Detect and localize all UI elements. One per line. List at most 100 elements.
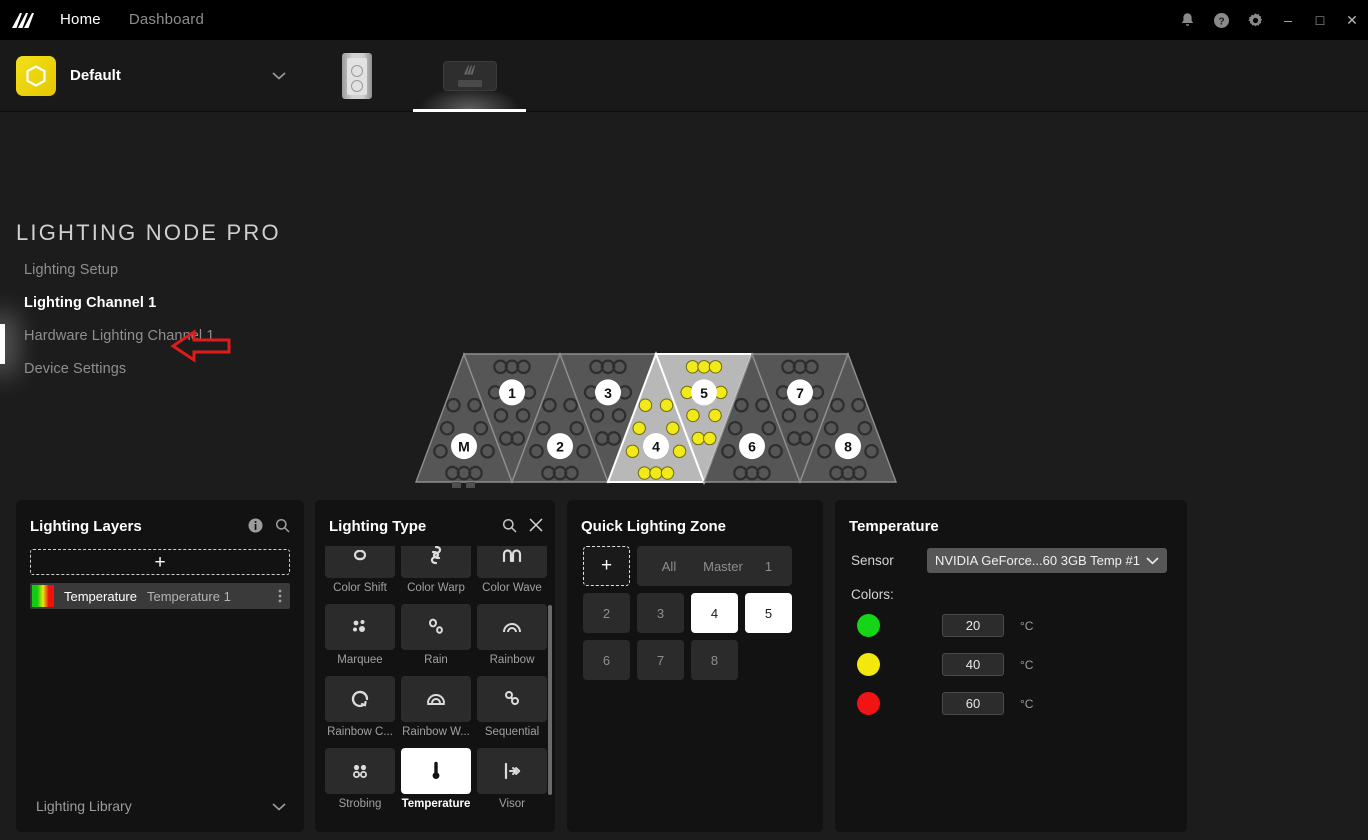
window-maximize-button[interactable]: □ xyxy=(1304,0,1336,40)
zone-button-4[interactable]: 4 xyxy=(691,593,738,633)
lighting-library-row[interactable]: Lighting Library xyxy=(16,798,304,814)
led-dot xyxy=(685,360,700,374)
lighting-type-scrollbar[interactable] xyxy=(548,605,552,795)
lighting-type-rainbow[interactable]: Rainbow xyxy=(477,604,547,672)
lighting-type-label: Color Wave xyxy=(482,582,542,594)
lighting-type-scroll-area[interactable]: Color Shift Color Warp Color Wave Marquee Ra… xyxy=(325,546,549,824)
page-title: LIGHTING NODE PRO xyxy=(16,220,281,245)
search-icon[interactable] xyxy=(502,518,517,538)
nav-dashboard[interactable]: Dashboard xyxy=(115,0,218,40)
lighting-type-visor[interactable]: Visor xyxy=(477,748,547,816)
info-icon[interactable] xyxy=(248,518,263,538)
lighting-type-label: Rain xyxy=(424,654,448,666)
svg-text:?: ? xyxy=(1218,16,1224,27)
layer-instance-label: Temperature 1 xyxy=(146,588,231,604)
window-close-button[interactable]: ✕ xyxy=(1336,0,1368,40)
window-minimize-button[interactable]: – xyxy=(1272,0,1304,40)
zone-button-3[interactable]: 3 xyxy=(637,593,684,633)
connector-pins-icon xyxy=(452,482,475,493)
title-bar: Home Dashboard ? – □ ✕ xyxy=(0,0,1368,40)
temperature-panel-body: Sensor NVIDIA GeForce...60 3GB Temp #1 C… xyxy=(851,548,1171,731)
nav-home[interactable]: Home xyxy=(46,0,115,40)
quick-lighting-zone-title: Quick Lighting Zone xyxy=(581,518,726,535)
lighting-type-label: Rainbow W... xyxy=(402,726,470,738)
zone-button-5[interactable]: 5 xyxy=(745,593,792,633)
lighting-type-rainbow-c[interactable]: Rainbow C... xyxy=(325,676,395,744)
temperature-unit-label: °C xyxy=(1020,696,1034,711)
close-icon[interactable] xyxy=(529,518,543,538)
lighting-type-marquee[interactable]: Marquee xyxy=(325,604,395,672)
temperature-stop-row: 60 °C xyxy=(851,692,1171,715)
layer-color-swatch xyxy=(32,585,54,607)
temperature-unit-label: °C xyxy=(1020,657,1034,672)
gear-icon[interactable] xyxy=(1238,0,1272,40)
table-row[interactable]: Temperature Temperature 1 xyxy=(30,583,290,609)
lighting-type-label: Strobing xyxy=(338,798,382,810)
lighting-type-label: Marquee xyxy=(337,654,383,666)
sensor-select-value: NVIDIA GeForce...60 3GB Temp #1 xyxy=(935,553,1140,568)
temperature-threshold-input[interactable]: 40 xyxy=(942,653,1004,676)
type-panel-tools xyxy=(502,518,543,538)
zone-button-7[interactable]: 7 xyxy=(637,640,684,680)
sidebar-item-lighting-channel-1[interactable]: Lighting Channel 1 xyxy=(24,295,215,311)
lighting-layers-panel: Lighting Layers + Temperature Temperatur… xyxy=(16,500,304,832)
device-tab-lighting-node-pro[interactable] xyxy=(413,40,526,112)
temperature-threshold-input[interactable]: 60 xyxy=(942,692,1004,715)
segment-label: M xyxy=(458,439,470,455)
lighting-type-color-warp[interactable]: Color Warp xyxy=(401,546,471,600)
color-swatch[interactable] xyxy=(857,614,880,637)
lighting-type-sequential[interactable]: Sequential xyxy=(477,676,547,744)
lighting-type-label: Rainbow C... xyxy=(327,726,393,738)
lighting-type-label: Temperature xyxy=(401,798,471,810)
search-icon[interactable] xyxy=(275,518,290,538)
led-dot xyxy=(659,398,674,412)
chevron-down-icon[interactable] xyxy=(272,67,286,85)
temperature-threshold-input[interactable]: 20 xyxy=(942,614,1004,637)
device-tab-pc-case[interactable] xyxy=(300,40,413,112)
layers-panel-tools xyxy=(248,518,290,538)
led-dot xyxy=(672,444,687,458)
profile-name: Default xyxy=(70,67,121,84)
layer-type-label: Temperature xyxy=(64,588,137,604)
pc-case-icon xyxy=(341,52,372,99)
colors-label: Colors: xyxy=(851,587,894,602)
lighting-type-color-wave[interactable]: Color Wave xyxy=(477,546,547,600)
color-shift-icon xyxy=(325,546,395,578)
led-dot xyxy=(666,421,680,435)
color-swatch[interactable] xyxy=(857,653,880,676)
segment-label: 4 xyxy=(652,439,660,455)
chevron-down-icon xyxy=(1146,553,1159,568)
titlebar-right-group: ? – □ ✕ xyxy=(1170,0,1368,40)
sidebar-item-lighting-setup[interactable]: Lighting Setup xyxy=(24,262,215,278)
lighting-type-color-shift[interactable]: Color Shift xyxy=(325,546,395,600)
color-warp-icon xyxy=(401,546,471,578)
bell-icon[interactable] xyxy=(1170,0,1204,40)
segment-label: 5 xyxy=(700,385,708,401)
profile-selector[interactable]: Default xyxy=(0,55,300,96)
layer-menu-icon[interactable] xyxy=(278,589,282,603)
zone-button-2[interactable]: 2 xyxy=(583,593,630,633)
lighting-type-temperature[interactable]: Temperature xyxy=(401,748,471,816)
rainbow-icon xyxy=(477,604,547,650)
led-preview-strip[interactable]: M 1 2 3 4 5 6 7 8 xyxy=(412,348,1202,493)
lighting-type-label: Sequential xyxy=(484,726,540,738)
temperature-panel: Temperature Sensor NVIDIA GeForce...60 3… xyxy=(835,500,1187,832)
zone-button-8[interactable]: 8 xyxy=(691,640,738,680)
zone-button-6[interactable]: 6 xyxy=(583,640,630,680)
led-dot xyxy=(691,431,705,446)
lighting-type-rainbow-w[interactable]: Rainbow W... xyxy=(401,676,471,744)
sensor-select[interactable]: NVIDIA GeForce...60 3GB Temp #1 xyxy=(927,548,1167,573)
help-icon[interactable]: ? xyxy=(1204,0,1238,40)
corsair-logo-icon xyxy=(0,12,46,29)
lighting-node-icon xyxy=(442,60,497,91)
rainbow-wave-icon xyxy=(401,676,471,722)
sequential-icon xyxy=(477,676,547,722)
add-layer-button[interactable]: + xyxy=(30,549,290,575)
segment-label: 7 xyxy=(796,385,804,401)
chevron-down-icon[interactable] xyxy=(272,798,286,814)
lighting-type-strobing[interactable]: Strobing xyxy=(325,748,395,816)
lighting-type-rain[interactable]: Rain xyxy=(401,604,471,672)
zone-button-1[interactable]: 1 xyxy=(745,546,792,586)
color-swatch[interactable] xyxy=(857,692,880,715)
add-zone-button[interactable]: + xyxy=(583,546,630,586)
